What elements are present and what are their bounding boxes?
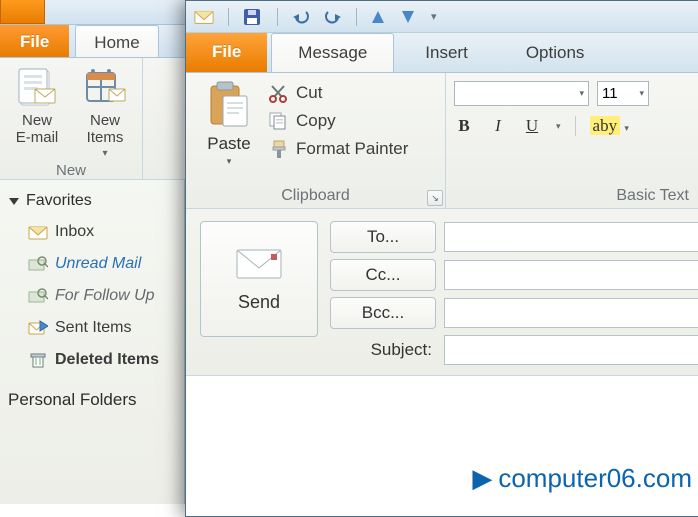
collapse-triangle-icon [8, 195, 20, 207]
undo-icon[interactable] [292, 8, 312, 26]
nav-item-label: For Follow Up [55, 287, 155, 305]
compose-header: Send To... Cc... Bcc... Subject: [186, 209, 698, 376]
font-size-select[interactable]: 11 ▾ [597, 81, 649, 106]
clipboard-group-name: Clipboard [281, 187, 349, 204]
nav-deleted-items[interactable]: Deleted Items [0, 344, 184, 376]
toolbar-separator [356, 8, 357, 26]
underline-dropdown-caret-icon[interactable]: ▾ [556, 121, 561, 132]
send-label: Send [238, 292, 280, 313]
subject-field[interactable] [444, 335, 698, 365]
back-tab-home[interactable]: Home [75, 25, 158, 57]
italic-button[interactable]: I [488, 116, 508, 136]
format-painter-button[interactable]: Format Painter [268, 139, 408, 159]
nav-unread-mail[interactable]: Unread Mail [0, 248, 184, 280]
front-tab-message[interactable]: Message [271, 33, 394, 72]
paste-button[interactable]: Paste ▾ [194, 77, 264, 167]
front-ribbon: Paste ▾ Cut [186, 73, 698, 209]
outlook-logo-icon [0, 0, 45, 24]
toolbar-separator [277, 8, 278, 26]
outlook-app-icon[interactable] [194, 8, 214, 26]
front-tab-options[interactable]: Options [499, 33, 612, 72]
new-items-icon [83, 65, 127, 109]
to-field[interactable] [444, 222, 698, 252]
cut-label: Cut [296, 83, 322, 103]
next-item-icon[interactable] [401, 8, 421, 26]
navigation-pane: Favorites Inbox Unread Mail For Fol [0, 180, 185, 504]
cut-icon [268, 83, 288, 103]
redo-icon[interactable] [322, 8, 342, 26]
nav-for-follow-up[interactable]: For Follow Up [0, 280, 184, 312]
nav-item-label: Deleted Items [55, 351, 159, 369]
qat-customize-caret-icon[interactable]: ▾ [431, 8, 451, 26]
search-folder-icon [28, 288, 48, 304]
new-items-label: New Items [87, 113, 124, 146]
back-group-name: New [6, 162, 136, 181]
front-tab-insert[interactable]: Insert [398, 33, 495, 72]
new-email-button[interactable]: New E-mail [6, 62, 68, 162]
nav-personal-folders[interactable]: Personal Folders [0, 376, 184, 424]
save-icon[interactable] [243, 8, 263, 26]
format-painter-icon [268, 139, 288, 159]
back-ribbon-group-new: New E-mail New Items ▾ [0, 58, 143, 179]
inbox-icon [28, 224, 48, 240]
bcc-field[interactable] [444, 298, 698, 328]
clipboard-dialog-launcher[interactable]: ↘ [427, 190, 443, 206]
copy-button[interactable]: Copy [268, 111, 408, 131]
message-body[interactable] [186, 376, 698, 516]
paste-label: Paste [207, 134, 250, 154]
favorites-label: Favorites [26, 192, 92, 210]
separator [575, 116, 576, 136]
bcc-button[interactable]: Bcc... [330, 297, 436, 329]
dropdown-caret-icon: ▾ [639, 88, 644, 99]
back-tab-file[interactable]: File [0, 25, 69, 57]
copy-icon [268, 111, 288, 131]
highlight-button[interactable]: aby ▾ [590, 116, 629, 136]
format-painter-label: Format Painter [296, 139, 408, 159]
new-email-label: New E-mail [16, 113, 59, 146]
front-tab-file[interactable]: File [186, 33, 267, 72]
send-button[interactable]: Send [200, 221, 318, 337]
favorites-header[interactable]: Favorites [0, 186, 184, 216]
dropdown-caret-icon: ▾ [102, 148, 107, 159]
quick-access-toolbar: ▾ [186, 1, 698, 33]
trash-icon [28, 352, 48, 368]
nav-item-label: Inbox [55, 223, 94, 241]
sent-items-icon [28, 320, 48, 336]
nav-item-label: Unread Mail [55, 255, 141, 273]
previous-item-icon[interactable] [371, 8, 391, 26]
nav-item-label: Sent Items [55, 319, 131, 337]
paste-icon [207, 80, 251, 130]
ribbon-group-basic-text: ▾ 11 ▾ B I U ▾ aby ▾ [446, 73, 698, 208]
copy-label: Copy [296, 111, 336, 131]
cut-button[interactable]: Cut [268, 83, 408, 103]
compose-message-window: ▾ File Message Insert Options [185, 0, 698, 517]
send-envelope-icon [235, 246, 283, 282]
dropdown-caret-icon: ▾ [579, 88, 584, 99]
font-size-value: 11 [602, 85, 618, 102]
basic-text-group-name: Basic Text [616, 187, 689, 204]
highlight-glyph-icon: aby [590, 116, 621, 135]
search-folder-icon [28, 256, 48, 272]
cc-field[interactable] [444, 260, 698, 290]
cc-button[interactable]: Cc... [330, 259, 436, 291]
subject-label: Subject: [330, 340, 436, 360]
paste-dropdown-caret-icon[interactable]: ▾ [227, 156, 232, 167]
ribbon-group-clipboard: Paste ▾ Cut [186, 73, 446, 208]
nav-inbox[interactable]: Inbox [0, 216, 184, 248]
underline-button[interactable]: U [522, 116, 542, 136]
toolbar-separator [228, 8, 229, 26]
bold-button[interactable]: B [454, 116, 474, 136]
new-email-icon [15, 65, 59, 109]
new-items-button[interactable]: New Items ▾ [74, 62, 136, 162]
font-name-select[interactable]: ▾ [454, 81, 589, 106]
dropdown-caret-icon: ▾ [624, 123, 629, 133]
front-tabstrip: File Message Insert Options [186, 33, 698, 73]
nav-sent-items[interactable]: Sent Items [0, 312, 184, 344]
to-button[interactable]: To... [330, 221, 436, 253]
